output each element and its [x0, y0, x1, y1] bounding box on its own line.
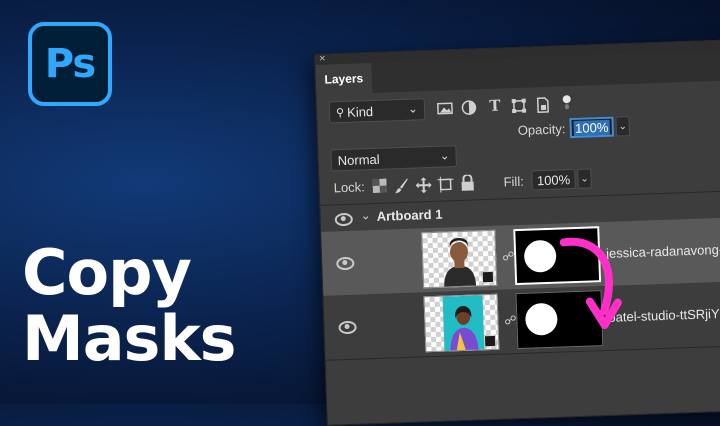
lock-all-icon[interactable] — [459, 173, 476, 191]
photoshop-logo: Ps — [28, 22, 112, 106]
visibility-eye-icon[interactable] — [336, 256, 355, 271]
shape-filter-icon[interactable] — [511, 98, 528, 115]
lock-brush-icon[interactable] — [393, 178, 410, 195]
adjustment-filter-icon[interactable] — [461, 99, 478, 116]
smart-object-badge-icon — [483, 334, 497, 348]
chevron-down-icon: ⌄ — [439, 148, 450, 163]
search-icon: ⚲ — [335, 106, 345, 119]
toggle-filter-icon[interactable] — [559, 94, 576, 111]
type-filter-icon[interactable]: T — [487, 97, 504, 115]
fill-input[interactable]: 100% — [531, 168, 576, 191]
blend-mode-value: Normal — [337, 151, 380, 168]
lock-label: Lock: — [333, 179, 366, 196]
layers-panel-wrapper: × Layers ⚲ Kind ⌄ T Opacity: 100% ⌄ Norm… — [314, 38, 720, 426]
visibility-eye-icon[interactable] — [338, 320, 357, 335]
tab-layers[interactable]: Layers — [315, 63, 373, 95]
opacity-label: Opacity: — [517, 121, 566, 138]
fill-dropdown-button[interactable]: ⌄ — [577, 168, 592, 189]
image-filter-icon[interactable] — [437, 100, 454, 117]
fill-value: 100% — [536, 171, 571, 188]
headline-line-1: Copy — [22, 236, 192, 309]
blend-mode-select[interactable]: Normal ⌄ — [330, 145, 458, 172]
opacity-dropdown-button[interactable]: ⌄ — [615, 116, 631, 137]
group-name: Artboard 1 — [376, 206, 443, 224]
lock-position-icon[interactable] — [415, 177, 432, 194]
opacity-value: 100% — [573, 119, 610, 136]
mask-link-icon[interactable]: ☍ — [504, 313, 517, 327]
layer-thumbnail[interactable] — [423, 293, 500, 353]
filter-kind-value: Kind — [346, 103, 374, 120]
headline-line-2: Masks — [22, 302, 237, 375]
visibility-eye-icon[interactable] — [334, 212, 354, 227]
lock-transparent-icon[interactable] — [371, 178, 388, 196]
chevron-down-icon: ⌄ — [580, 172, 589, 185]
smart-object-filter-icon[interactable] — [535, 97, 552, 114]
headline: Copy Masks — [22, 236, 237, 375]
opacity-input[interactable]: 100% — [569, 116, 615, 139]
panel-close-button[interactable]: × — [319, 53, 326, 65]
mask-link-icon[interactable]: ☍ — [502, 249, 515, 263]
lock-artboard-icon[interactable] — [437, 176, 454, 193]
mask-shape — [524, 302, 558, 336]
smart-object-badge-icon — [481, 270, 495, 284]
chevron-down-icon: ⌄ — [407, 101, 419, 116]
copy-arrow-icon — [559, 237, 622, 330]
fill-label: Fill: — [503, 173, 525, 190]
layer-thumbnail[interactable] — [421, 229, 498, 289]
filter-kind-select[interactable]: ⚲ Kind ⌄ — [328, 98, 426, 124]
chevron-down-icon[interactable]: ⌄ — [360, 208, 371, 222]
chevron-down-icon: ⌄ — [618, 120, 628, 132]
layers-panel: × Layers ⚲ Kind ⌄ T Opacity: 100% ⌄ Norm… — [314, 38, 720, 426]
